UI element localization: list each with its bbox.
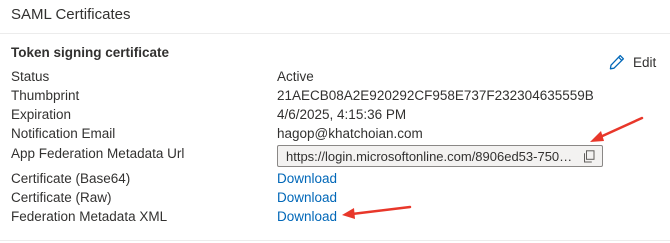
annotation-arrows [342,116,644,219]
divider-bottom [0,240,670,241]
arrow-metadata-url [590,116,644,142]
arrow-federation-xml [342,205,412,219]
